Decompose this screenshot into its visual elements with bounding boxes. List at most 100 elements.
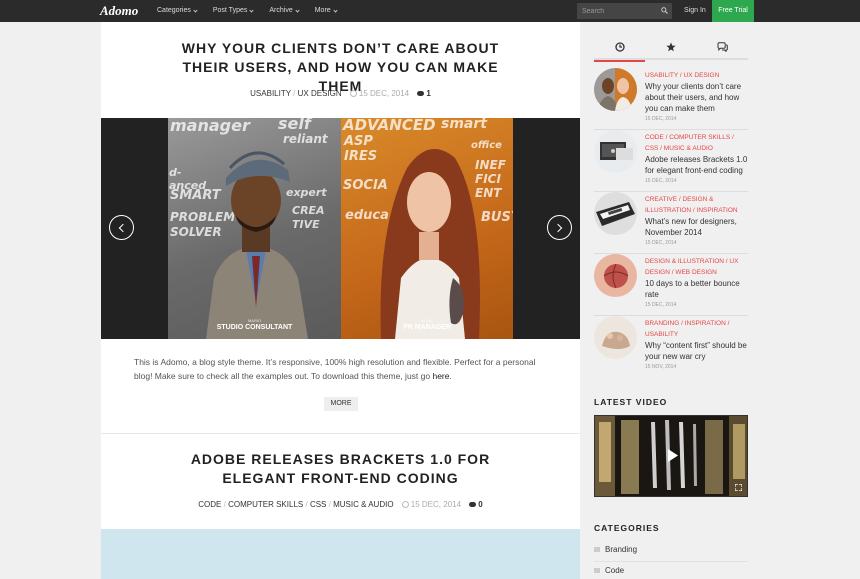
play-icon[interactable] (664, 447, 681, 464)
post-info: 10 days to a better bounce rate 15 DEC, … (645, 278, 748, 308)
site-logo[interactable]: Adomo (100, 3, 138, 19)
category-link[interactable]: MUSIC & AUDIO (333, 500, 393, 509)
list-item[interactable]: CODE / COMPUTER SKILLS / CSS / MUSIC & A… (594, 130, 748, 192)
post-excerpt: This is Adomo, a blog style theme. It’s … (134, 355, 554, 383)
nav-categories[interactable]: Categories (157, 0, 198, 22)
category-link[interactable]: USABILITY (250, 89, 291, 98)
nav-label: Archive (269, 7, 293, 14)
folder-icon (594, 568, 600, 573)
download-link[interactable]: here (432, 371, 449, 381)
post-meta: USABILITY / UX DESIGN 15 DEC, 2014 1 (250, 89, 431, 98)
image-slider: manager self reliant d-anced SMART PROBL… (101, 118, 580, 339)
category-label: Code (605, 566, 625, 575)
post-categories[interactable]: DESIGN & ILLUSTRATION / UX DESIGN / WEB … (645, 256, 748, 278)
sign-in-link[interactable]: Sign In (684, 0, 706, 22)
category-item-branding[interactable]: Branding (594, 540, 748, 560)
post-thumbnail[interactable] (594, 192, 637, 235)
top-nav-bar: Adomo Categories Post Types Archive More… (0, 0, 860, 22)
post-date: 15 DEC, 2014 (645, 116, 677, 122)
list-item[interactable]: DESIGN & ILLUSTRATION / UX DESIGN / WEB … (594, 254, 748, 316)
post-info: Why your clients don’t care about their … (645, 81, 748, 122)
main-nav: Categories Post Types Archive More (157, 0, 353, 22)
category-link[interactable]: CODE (198, 500, 221, 509)
slide-caption: ELLIE PR MANAGER (403, 318, 451, 331)
post-info: Why “content first” should be your new w… (645, 340, 748, 370)
tab-popular[interactable] (645, 36, 696, 60)
search-box (577, 3, 672, 19)
search-input[interactable] (577, 3, 657, 19)
slide-image-manager: ADVANCED smart ASP IRES office INEF FICI EN… (341, 118, 513, 339)
post-date: 15 DEC, 2014 (645, 178, 677, 184)
search-icon[interactable] (661, 7, 668, 14)
post-date: 15 NOV, 2014 (645, 364, 677, 370)
post-meta: CODE / COMPUTER SKILLS / CSS / MUSIC & A… (198, 500, 483, 509)
post-divider (101, 433, 580, 434)
post-date: 15 DEC, 2014 (645, 240, 677, 246)
comment-icon (417, 91, 425, 96)
post-thumbnail[interactable] (594, 130, 637, 173)
post-thumbnail[interactable] (594, 68, 637, 111)
post-link[interactable]: Adobe releases Brackets 1.0 for elegant … (645, 154, 748, 176)
category-link[interactable]: COMPUTER SKILLS (228, 500, 303, 509)
nav-label: Categories (157, 7, 191, 14)
chevron-down-icon (295, 7, 300, 13)
post-link[interactable]: What’s new for designers, November 2014 (645, 216, 748, 238)
fullscreen-icon[interactable] (735, 484, 742, 491)
sidebar: USABILITY / UX DESIGN Why your clients d… (594, 22, 748, 579)
post-date: 15 DEC, 2014 (349, 89, 410, 98)
clock-icon (401, 501, 409, 508)
recent-posts-list: USABILITY / UX DESIGN Why your clients d… (594, 68, 748, 378)
slider-next-button[interactable] (547, 215, 572, 240)
sidebar-tabs (594, 36, 748, 62)
post-date: 15 DEC, 2014 (645, 302, 677, 308)
comments-icon (717, 42, 728, 52)
nav-post-types[interactable]: Post Types (213, 0, 254, 22)
post-link[interactable]: 10 days to a better bounce rate (645, 278, 748, 300)
comment-count[interactable]: 0 (469, 500, 483, 509)
list-item[interactable]: CREATIVE / DESIGN & ILLUSTRATION / INSPI… (594, 192, 748, 254)
post-link[interactable]: Why your clients don’t care about their … (645, 81, 748, 114)
post-categories[interactable]: USABILITY / UX DESIGN (645, 70, 748, 81)
post-title[interactable]: ADOBE RELEASES BRACKETS 1.0 FOR ELEGANT … (101, 450, 580, 488)
more-button[interactable]: MORE (324, 397, 358, 411)
comment-count-text: 1 (426, 89, 431, 98)
latest-video-heading: LATEST VIDEO (594, 397, 668, 407)
person-illustration-male (206, 151, 308, 339)
category-link[interactable]: UX DESIGN (298, 89, 342, 98)
post-thumbnail[interactable] (594, 316, 637, 359)
video-player[interactable] (594, 415, 748, 497)
list-item[interactable]: BRANDING / INSPIRATION / USABILITY Why “… (594, 316, 748, 378)
slide-caption: MARIO STUDIO CONSULTANT (216, 318, 293, 331)
post-image (101, 529, 580, 579)
categories-heading: CATEGORIES (594, 523, 660, 533)
post-categories[interactable]: CREATIVE / DESIGN & ILLUSTRATION / INSPI… (645, 194, 748, 216)
post-date-text: 15 DEC, 2014 (410, 500, 462, 509)
comment-count-text: 0 (478, 500, 483, 509)
list-item[interactable]: USABILITY / UX DESIGN Why your clients d… (594, 68, 748, 130)
nav-label: More (314, 7, 331, 14)
person-illustration-female (380, 149, 480, 339)
slide-image-consultant: manager self reliant d-anced SMART PROBL… (168, 118, 341, 339)
post-categories[interactable]: BRANDING / INSPIRATION / USABILITY (645, 318, 748, 340)
post-categories[interactable]: CODE / COMPUTER SKILLS / CSS / MUSIC & A… (645, 132, 748, 154)
post-excerpt-text: This is Adomo, a blog style theme. It’s … (134, 357, 536, 381)
comment-icon (469, 502, 477, 507)
tab-recent[interactable] (594, 36, 645, 62)
post-date-text: 15 DEC, 2014 (358, 89, 410, 98)
chevron-right-icon (553, 223, 563, 233)
category-link[interactable]: CSS (310, 500, 326, 509)
slider-prev-button[interactable] (109, 215, 134, 240)
nav-archive[interactable]: Archive (269, 0, 300, 22)
chevron-down-icon (193, 7, 198, 13)
nav-more[interactable]: More (314, 0, 338, 22)
post-date: 15 DEC, 2014 (401, 500, 462, 509)
post-title[interactable]: WHY YOUR CLIENTS DON’T CARE ABOUT THEIR … (101, 39, 580, 96)
star-icon (666, 42, 676, 52)
folder-icon (594, 547, 600, 552)
post-thumbnail[interactable] (594, 254, 637, 297)
category-item-code[interactable]: Code (594, 561, 748, 579)
post-link[interactable]: Why “content first” should be your new w… (645, 340, 748, 362)
free-trial-button[interactable]: Free Trial (712, 0, 754, 22)
tab-comments[interactable] (696, 36, 747, 60)
comment-count[interactable]: 1 (417, 89, 431, 98)
